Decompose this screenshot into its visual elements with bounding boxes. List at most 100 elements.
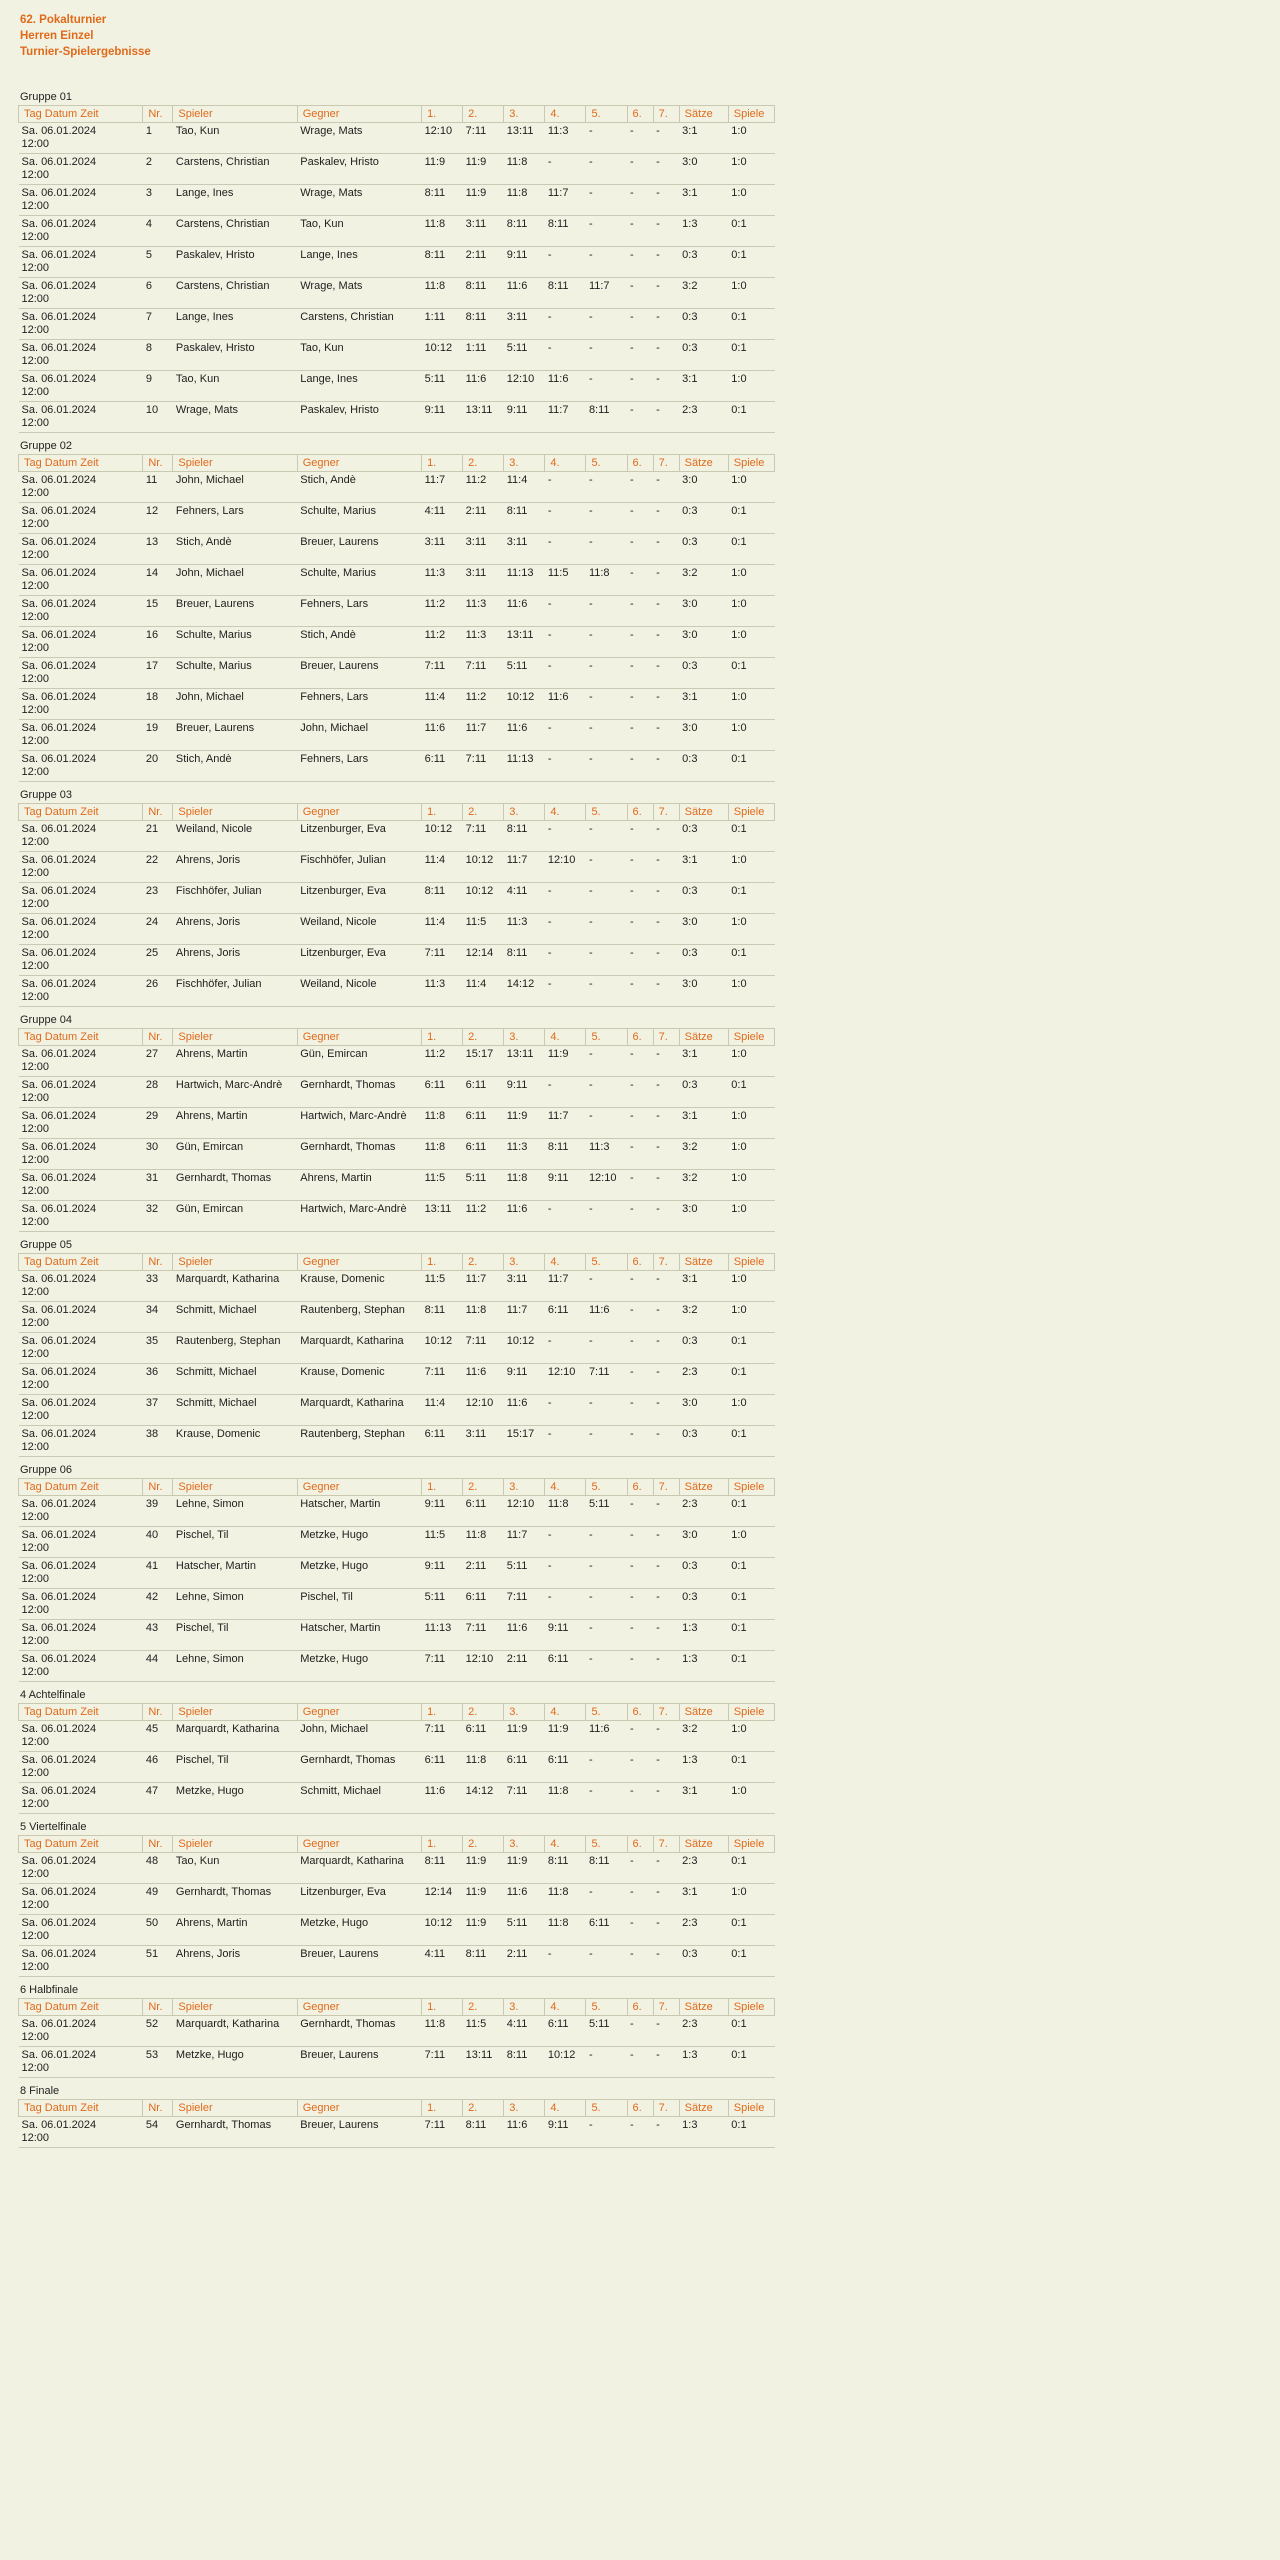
cell-set-7: - bbox=[653, 1200, 680, 1232]
cell-set-5: 7:11 bbox=[585, 1363, 628, 1395]
cell-set-3: 13:11 bbox=[503, 1045, 545, 1077]
column-header-player: Spieler bbox=[172, 1028, 298, 1046]
cell-set-4: 6:11 bbox=[544, 1301, 586, 1333]
match-date: Sa. 06.01.2024 bbox=[21, 218, 97, 230]
match-date: Sa. 06.01.2024 bbox=[21, 1917, 97, 1929]
cell-set-2: 11:2 bbox=[462, 471, 504, 503]
cell-nr: 41 bbox=[142, 1557, 173, 1589]
cell-set-4: - bbox=[544, 719, 586, 751]
cell-set-4: 10:12 bbox=[544, 2046, 586, 2078]
cell-player: Schulte, Marius bbox=[172, 657, 298, 689]
cell-nr: 50 bbox=[142, 1914, 173, 1946]
cell-date-time: Sa. 06.01.2024 12:00 bbox=[18, 2116, 143, 2148]
cell-set-1: 7:11 bbox=[421, 1720, 463, 1752]
cell-date-time: Sa. 06.01.2024 12:00 bbox=[18, 688, 143, 720]
cell-saetze: 0:3 bbox=[679, 1425, 729, 1457]
cell-set-7: - bbox=[653, 1557, 680, 1589]
cell-date-time: Sa. 06.01.2024 12:00 bbox=[18, 1588, 143, 1620]
cell-set-5: - bbox=[585, 215, 628, 247]
cell-set-7: - bbox=[653, 1526, 680, 1558]
cell-set-7: - bbox=[653, 1914, 680, 1946]
cell-set-4: 6:11 bbox=[544, 1751, 586, 1783]
cell-saetze: 3:2 bbox=[679, 1169, 729, 1201]
table-row: Sa. 06.01.2024 12:00 27 Ahrens, Martin Gün, … bbox=[18, 1045, 775, 1077]
cell-set-7: - bbox=[653, 1588, 680, 1620]
column-header-date-time: Tag Datum Zeit bbox=[17, 1253, 144, 1271]
column-header-set-5: 5. bbox=[585, 803, 628, 821]
cell-set-2: 11:8 bbox=[462, 1526, 504, 1558]
cell-opponent: Breuer, Laurens bbox=[297, 533, 422, 565]
column-header-nr: Nr. bbox=[142, 1703, 174, 1721]
cell-saetze: 3:2 bbox=[679, 1301, 729, 1333]
column-header-set-7: 7. bbox=[652, 1478, 680, 1496]
match-date: Sa. 06.01.2024 bbox=[21, 947, 97, 959]
results-table: Tag Datum Zeit Nr. Spieler Gegner 1. 2. 3. 4. 5.… bbox=[17, 1703, 776, 1814]
cell-spiele: 0:1 bbox=[728, 246, 775, 278]
column-header-player: Spieler bbox=[172, 1998, 298, 2016]
cell-nr: 22 bbox=[142, 851, 173, 883]
column-header-spiele: Spiele bbox=[727, 2099, 776, 2117]
match-date: Sa. 06.01.2024 bbox=[21, 1428, 97, 1440]
cell-set-2: 7:11 bbox=[462, 820, 504, 852]
cell-date-time: Sa. 06.01.2024 12:00 bbox=[18, 913, 143, 945]
column-header-set-7: 7. bbox=[652, 1998, 680, 2016]
match-time: 12:00 bbox=[21, 1410, 50, 1422]
column-header-opponent: Gegner bbox=[296, 1703, 423, 1721]
cell-set-2: 14:12 bbox=[462, 1782, 504, 1814]
tournament-title: 62. Pokalturnier bbox=[20, 14, 107, 26]
cell-set-5: - bbox=[585, 657, 628, 689]
cell-nr: 51 bbox=[142, 1945, 173, 1977]
match-time: 12:00 bbox=[21, 2062, 50, 2074]
column-header-nr: Nr. bbox=[142, 1835, 174, 1853]
cell-date-time: Sa. 06.01.2024 12:00 bbox=[18, 1076, 143, 1108]
match-date: Sa. 06.01.2024 bbox=[21, 1855, 97, 1867]
cell-saetze: 0:3 bbox=[679, 944, 729, 976]
cell-nr: 46 bbox=[142, 1751, 173, 1783]
column-header-player: Spieler bbox=[172, 1703, 298, 1721]
cell-set-3: 8:11 bbox=[503, 944, 545, 976]
cell-date-time: Sa. 06.01.2024 12:00 bbox=[18, 1751, 143, 1783]
cell-spiele: 0:1 bbox=[728, 2015, 775, 2047]
cell-saetze: 3:1 bbox=[679, 370, 729, 402]
cell-set-4: - bbox=[544, 339, 586, 371]
cell-spiele: 0:1 bbox=[728, 1425, 775, 1457]
cell-set-7: - bbox=[653, 184, 680, 216]
table-row: Sa. 06.01.2024 12:00 40 Pischel, Til Metzke,… bbox=[18, 1526, 775, 1558]
cell-set-3: 11:3 bbox=[503, 1138, 545, 1170]
cell-nr: 33 bbox=[142, 1270, 173, 1302]
match-date: Sa. 06.01.2024 bbox=[21, 1886, 97, 1898]
column-header-spiele: Spiele bbox=[727, 803, 776, 821]
table-row: Sa. 06.01.2024 12:00 46 Pischel, Til Gernhar… bbox=[18, 1751, 775, 1783]
match-time: 12:00 bbox=[21, 1961, 50, 1973]
match-date: Sa. 06.01.2024 bbox=[21, 629, 97, 641]
cell-set-5: - bbox=[585, 1076, 628, 1108]
cell-date-time: Sa. 06.01.2024 12:00 bbox=[18, 246, 143, 278]
match-date: Sa. 06.01.2024 bbox=[21, 1110, 97, 1122]
cell-set-7: - bbox=[653, 1619, 680, 1651]
cell-date-time: Sa. 06.01.2024 12:00 bbox=[18, 1107, 143, 1139]
cell-nr: 31 bbox=[142, 1169, 173, 1201]
cell-saetze: 2:3 bbox=[679, 1363, 729, 1395]
cell-set-1: 11:8 bbox=[421, 277, 463, 309]
column-header-saetze: Sätze bbox=[678, 105, 729, 123]
cell-set-1: 12:14 bbox=[421, 1883, 463, 1915]
match-time: 12:00 bbox=[21, 642, 50, 654]
column-header-set-1: 1. bbox=[421, 2099, 464, 2117]
cell-saetze: 3:1 bbox=[679, 1045, 729, 1077]
cell-set-7: - bbox=[653, 944, 680, 976]
cell-set-1: 11:3 bbox=[421, 564, 463, 596]
cell-saetze: 3:1 bbox=[679, 184, 729, 216]
cell-player: Pischel, Til bbox=[172, 1619, 298, 1651]
cell-set-7: - bbox=[653, 1425, 680, 1457]
column-header-set-6: 6. bbox=[626, 1998, 654, 2016]
cell-date-time: Sa. 06.01.2024 12:00 bbox=[18, 1169, 143, 1201]
cell-set-3: 7:11 bbox=[503, 1782, 545, 1814]
cell-date-time: Sa. 06.01.2024 12:00 bbox=[18, 1945, 143, 1977]
cell-nr: 23 bbox=[142, 882, 173, 914]
cell-set-1: 7:11 bbox=[421, 657, 463, 689]
cell-nr: 35 bbox=[142, 1332, 173, 1364]
cell-set-3: 3:11 bbox=[503, 1270, 545, 1302]
table-row: Sa. 06.01.2024 12:00 21 Weiland, Nicole Litz… bbox=[18, 820, 775, 852]
cell-set-2: 6:11 bbox=[462, 1076, 504, 1108]
cell-set-2: 10:12 bbox=[462, 851, 504, 883]
